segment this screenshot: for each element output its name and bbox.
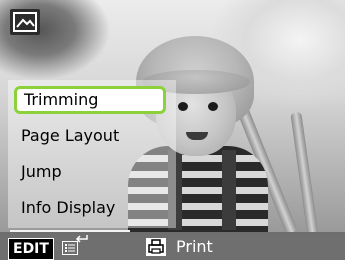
bottom-bar: EDIT Print xyxy=(0,234,345,260)
print-label[interactable]: Print xyxy=(176,237,213,257)
photo-icon xyxy=(10,9,40,35)
menu-item-info-display[interactable]: Info Display xyxy=(14,194,166,222)
menu-item-page-layout[interactable]: Page Layout xyxy=(14,122,166,150)
edit-menu: Trimming Page Layout Jump Info Display xyxy=(8,80,176,228)
menu-divider xyxy=(10,230,130,232)
edit-button[interactable]: EDIT xyxy=(8,238,54,260)
printer-screen: Trimming Page Layout Jump Info Display E… xyxy=(0,0,345,260)
menu-item-jump[interactable]: Jump xyxy=(14,158,166,186)
print-icon[interactable] xyxy=(146,238,166,256)
return-arrow-icon xyxy=(75,235,88,243)
menu-item-trimming[interactable]: Trimming xyxy=(14,86,166,114)
